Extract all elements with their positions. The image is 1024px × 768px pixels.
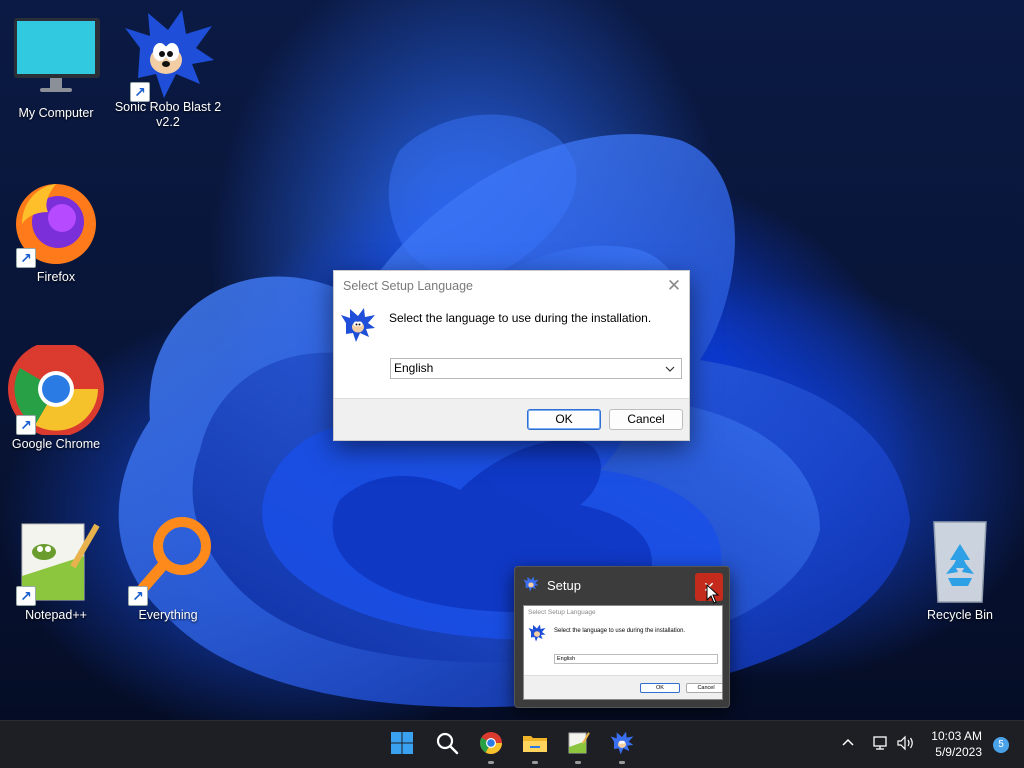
thumbnail-prompt: Select the language to use during the in… — [554, 628, 686, 634]
language-select[interactable]: English — [390, 358, 682, 379]
taskbar-search-button[interactable] — [429, 729, 465, 761]
sonic-setup-icon — [528, 624, 546, 642]
chevron-up-icon — [840, 735, 856, 756]
desktop-icon-notepadpp[interactable]: ↗ Notepad++ — [0, 516, 112, 623]
folder-icon — [522, 731, 548, 760]
taskbar-window-preview[interactable]: Setup ✕ Select Setup Language Select the… — [514, 566, 730, 708]
notification-badge[interactable]: 5 — [993, 737, 1009, 753]
sonic-setup-icon — [340, 307, 376, 343]
dialog-prompt: Select the language to use during the in… — [389, 311, 652, 325]
sonic-setup-icon — [610, 731, 634, 760]
desktop-icon-label: My Computer — [18, 106, 94, 120]
taskbar-file-explorer[interactable] — [517, 729, 553, 764]
shortcut-arrow-icon: ↗ — [130, 82, 150, 102]
ok-button[interactable]: OK — [527, 409, 601, 430]
preview-thumbnail: Select Setup Language Select the languag… — [523, 605, 723, 700]
taskbar-clock[interactable]: 10:03 AM 5/9/2023 — [931, 728, 982, 760]
show-hidden-icons-button[interactable] — [840, 721, 856, 768]
chrome-icon: ↗ — [8, 341, 104, 437]
clock-time: 10:03 AM — [931, 729, 982, 743]
thumbnail-cancel-button: Cancel — [686, 683, 722, 693]
volume-button[interactable] — [896, 721, 916, 768]
recycle-bin-icon — [912, 516, 1008, 606]
thumbnail-footer: OK Cancel — [524, 675, 722, 699]
running-indicator — [532, 761, 538, 764]
speaker-icon — [896, 735, 916, 756]
chrome-icon — [479, 731, 503, 760]
desktop-icon-my-computer[interactable]: My Computer — [0, 14, 112, 121]
dialog-close-button[interactable]: ✕ — [659, 271, 689, 301]
monitor-icon — [8, 14, 104, 104]
sonic-setup-icon — [523, 575, 539, 595]
thumbnail-ok-button: OK — [640, 683, 680, 693]
dialog-title: Select Setup Language — [343, 279, 473, 293]
dialog-footer: OK Cancel — [334, 398, 689, 440]
shortcut-arrow-icon: ↗ — [16, 248, 36, 268]
shortcut-arrow-icon: ↗ — [16, 415, 36, 435]
start-button[interactable] — [384, 729, 420, 761]
preview-title: Setup — [547, 577, 581, 593]
taskbar-chrome[interactable] — [473, 729, 509, 764]
dialog-body: Select the language to use during the in… — [334, 301, 689, 399]
clock-date: 5/9/2023 — [935, 745, 982, 759]
notepadpp-icon: ↗ — [8, 516, 104, 606]
desktop-icon-label: Firefox — [36, 270, 76, 284]
desktop-icon-label: Google Chrome — [11, 437, 101, 451]
desktop-icon-label: Recycle Bin — [927, 608, 993, 622]
thumbnail-select: English — [554, 654, 718, 664]
running-indicator — [488, 761, 494, 764]
network-button[interactable] — [872, 721, 890, 768]
taskbar: 10:03 AM 5/9/2023 5 — [0, 720, 1024, 768]
desktop-icon-everything[interactable]: ↗ Everything — [112, 516, 224, 623]
shortcut-arrow-icon: ↗ — [16, 586, 36, 606]
language-select-value: English — [394, 361, 434, 375]
chevron-down-icon — [665, 360, 675, 385]
desktop-icon-google-chrome[interactable]: ↗ Google Chrome — [0, 341, 112, 452]
desktop-icon-firefox[interactable]: ↗ Firefox — [0, 178, 112, 285]
search-icon — [435, 731, 459, 760]
cancel-button[interactable]: Cancel — [609, 409, 683, 430]
windows-start-icon — [390, 731, 414, 760]
notepadpp-icon — [566, 731, 590, 760]
network-icon — [872, 735, 890, 756]
taskbar-sonic-setup[interactable] — [604, 729, 640, 764]
firefox-icon: ↗ — [8, 178, 104, 268]
magnifier-icon: ↗ — [120, 516, 216, 606]
shortcut-arrow-icon: ↗ — [128, 586, 148, 606]
thumbnail-title: Select Setup Language — [528, 609, 596, 616]
select-language-dialog: Select Setup Language ✕ Select the langu… — [333, 270, 690, 441]
dialog-titlebar[interactable]: Select Setup Language — [334, 271, 689, 301]
desktop-icon-label: Everything — [138, 608, 198, 622]
desktop-icon-label: Notepad++ — [25, 608, 87, 622]
running-indicator — [575, 761, 581, 764]
running-indicator — [619, 761, 625, 764]
sonic-icon: ↗ — [120, 8, 216, 102]
desktop-icon-label: Sonic Robo Blast 2 v2.2 — [114, 100, 222, 129]
mouse-cursor-icon — [706, 583, 720, 604]
desktop-icon-sonic-robo-blast[interactable]: ↗ Sonic Robo Blast 2 v2.2 — [112, 8, 224, 130]
preview-title-bar: Setup — [523, 575, 581, 595]
taskbar-notepadpp[interactable] — [560, 729, 596, 764]
desktop-icon-recycle-bin[interactable]: Recycle Bin — [904, 516, 1016, 623]
